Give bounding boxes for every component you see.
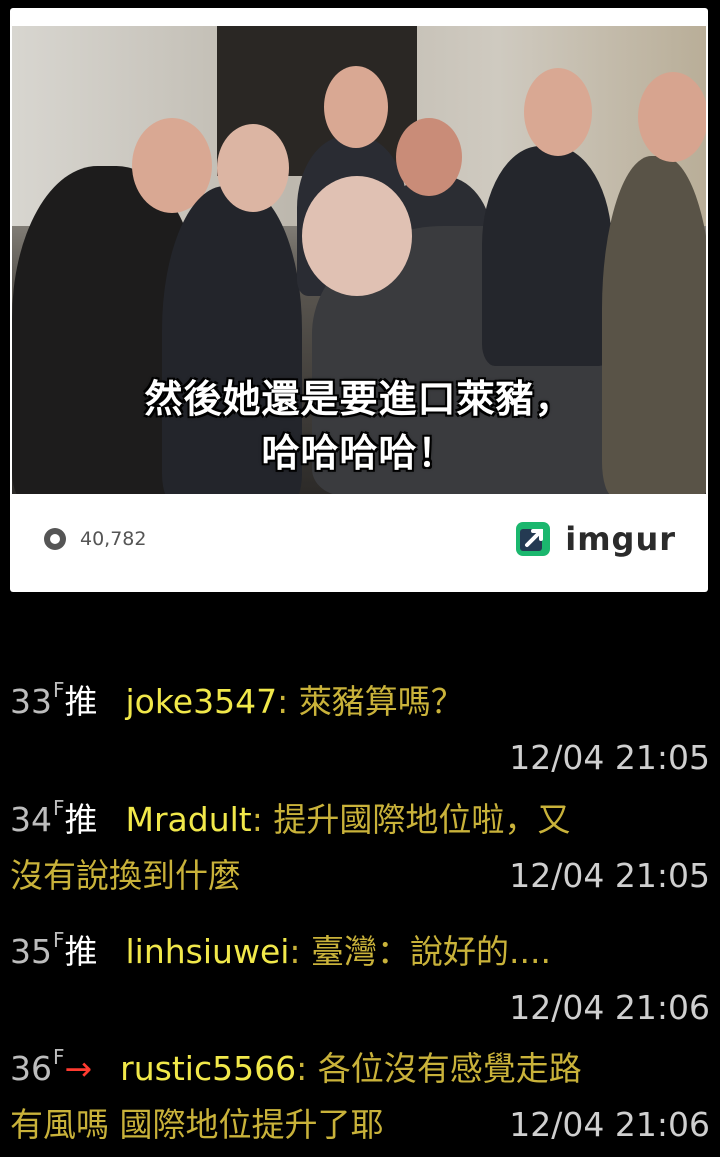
floor-number: 33F xyxy=(10,678,65,721)
comment-text: 各位沒有感覺走路 xyxy=(317,1049,582,1088)
comment-row: 34F推 Mradult: 提升國際地位啦，又 沒有說換到什麼 12/04 21:… xyxy=(10,796,710,895)
arrow-tag: → xyxy=(64,1049,93,1088)
face-right-mid xyxy=(524,68,592,156)
comment-row: 36F→ rustic5566: 各位沒有感覺走路 有風嗎 國際地位提升了耶 12… xyxy=(10,1045,710,1144)
comment-text: 臺灣：說好的.... xyxy=(311,932,551,971)
comment-time: 12/04 21:05 xyxy=(509,856,710,895)
imgur-logo-icon xyxy=(516,522,551,556)
face-right xyxy=(638,72,706,162)
comment-text: 萊豬算嗎？ xyxy=(298,682,464,721)
imgur-embed[interactable]: 然後她還是要進口萊豬， 哈哈哈哈！ 40,782 imgur xyxy=(10,8,708,592)
comment-user[interactable]: Mradult xyxy=(126,800,252,839)
figure-right-mid xyxy=(482,146,612,366)
comment-time: 12/04 21:06 xyxy=(509,988,710,1027)
view-count: 40,782 xyxy=(42,526,146,552)
floor-number: 36F xyxy=(10,1045,65,1088)
meme-caption-line2: 哈哈哈哈！ xyxy=(261,431,457,475)
comment-text-cont: 沒有說換到什麼 xyxy=(10,856,241,895)
push-tag: 推 xyxy=(64,800,98,839)
imgur-brand-link[interactable]: imgur xyxy=(515,520,676,558)
comment-time: 12/04 21:06 xyxy=(509,1105,710,1144)
eye-icon xyxy=(44,528,66,550)
floor-number: 35F xyxy=(10,928,65,971)
comment-text: 提升國際地位啦，又 xyxy=(273,800,571,839)
comment-text-cont: 有風嗎 國際地位提升了耶 xyxy=(10,1105,384,1144)
comment-user[interactable]: linhsiuwei xyxy=(126,932,290,971)
meme-caption-line1: 然後她還是要進口萊豬， xyxy=(144,377,574,421)
comment-user[interactable]: rustic5566 xyxy=(120,1049,296,1088)
comment-row: 35F推 linhsiuwei: 臺灣：說好的.... 12/04 21:06 xyxy=(10,928,710,1027)
comment-row: 33F推 joke3547: 萊豬算嗎？ 12/04 21:05 xyxy=(10,678,710,777)
face-second xyxy=(217,124,289,212)
comment-time: 12/04 21:05 xyxy=(509,738,710,777)
floor-number: 34F xyxy=(10,796,65,839)
comment-user[interactable]: joke3547 xyxy=(126,682,278,721)
meme-image[interactable]: 然後她還是要進口萊豬， 哈哈哈哈！ xyxy=(12,26,706,494)
face-middle xyxy=(396,118,462,196)
brand-name: imgur xyxy=(565,520,676,558)
push-tag: 推 xyxy=(64,682,98,721)
face-bending xyxy=(302,176,412,296)
face-back xyxy=(324,66,388,148)
push-tag: 推 xyxy=(64,932,98,971)
view-count-value: 40,782 xyxy=(80,528,147,550)
